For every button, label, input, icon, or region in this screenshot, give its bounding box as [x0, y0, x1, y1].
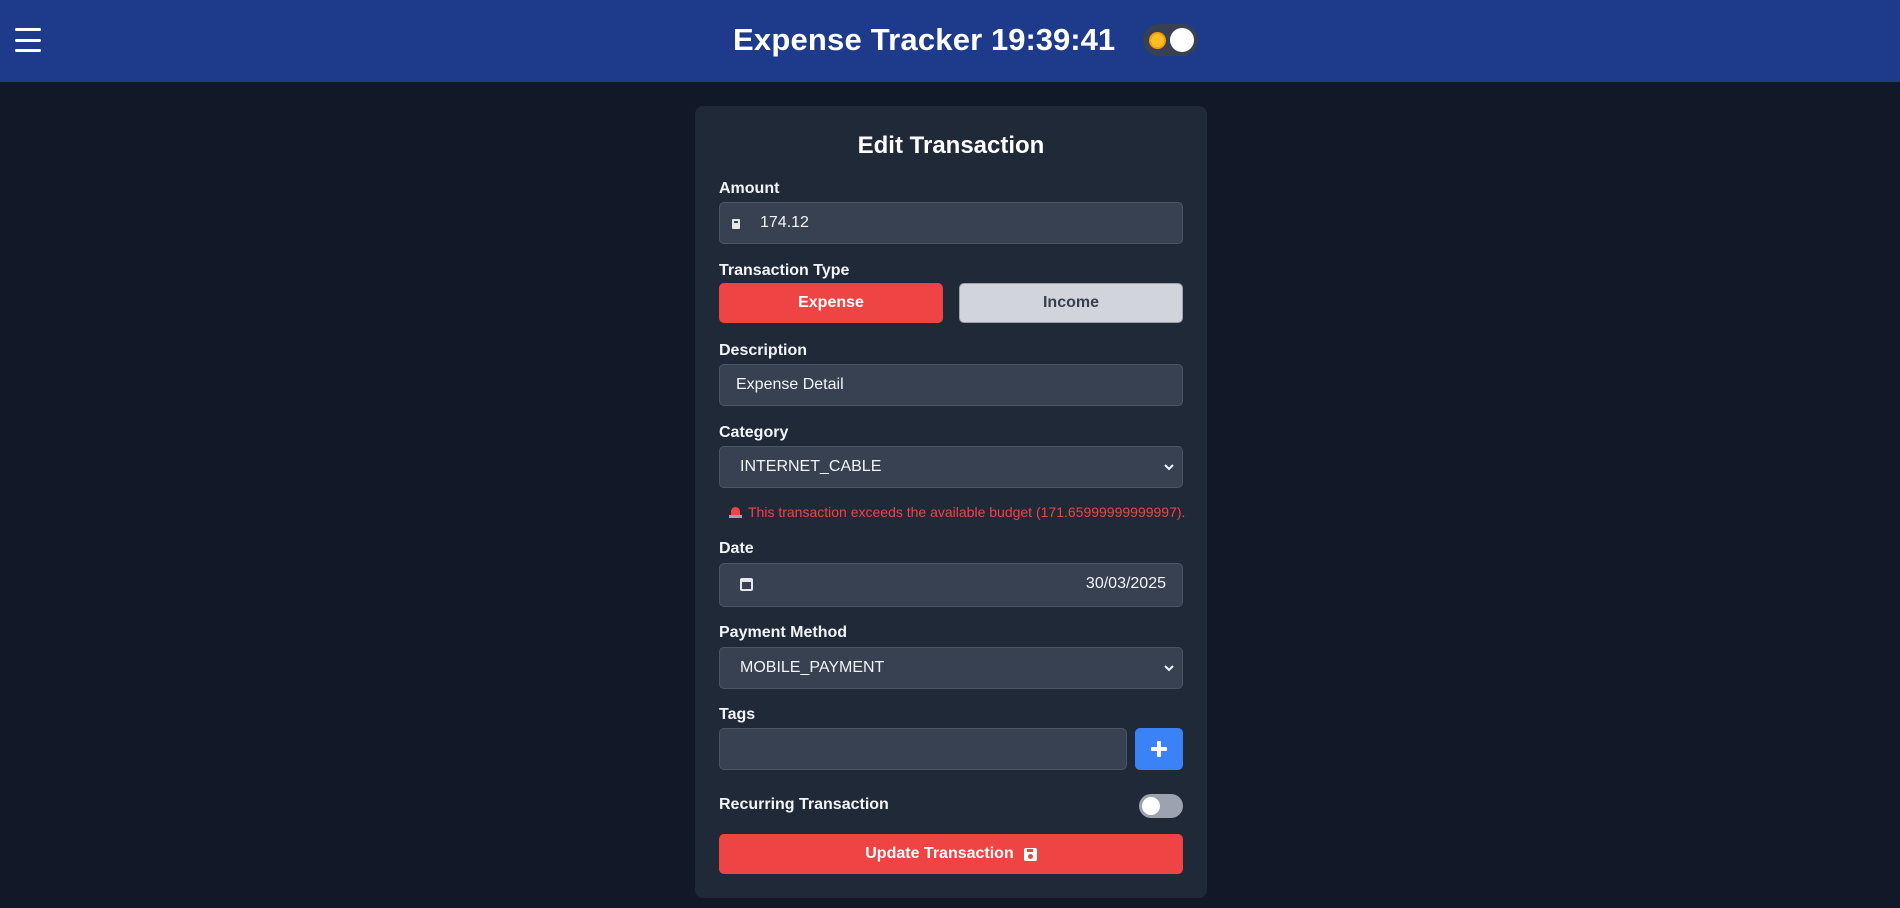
calendar-icon[interactable] [740, 578, 753, 591]
calculator-icon [732, 219, 740, 229]
clock: 19:39:41 [991, 22, 1116, 57]
description-value: Expense Detail [736, 376, 844, 393]
expense-type-button[interactable]: Expense [719, 283, 943, 323]
save-icon [1023, 847, 1037, 861]
sun-icon [1151, 34, 1164, 47]
recurring-label: Recurring Transaction [719, 796, 889, 813]
app-header: Expense Tracker 19:39:41 [0, 0, 1900, 82]
theme-toggle-knob [1170, 28, 1194, 52]
update-transaction-label: Update Transaction [865, 845, 1014, 862]
chevron-down-icon [1164, 665, 1174, 672]
amount-label: Amount [719, 180, 780, 197]
date-value: 30/03/2025 [1085, 575, 1166, 592]
theme-toggle[interactable] [1143, 24, 1198, 56]
payment-method-label: Payment Method [719, 624, 848, 641]
update-transaction-button[interactable]: Update Transaction [719, 834, 1183, 874]
payment-method-value: MOBILE_PAYMENT [740, 659, 885, 676]
edit-transaction-card: Edit Transaction Amount 174.12 Transacti… [695, 106, 1207, 898]
form-title: Edit Transaction [857, 132, 1045, 159]
transaction-type-label: Transaction Type [719, 262, 850, 279]
siren-icon [729, 505, 742, 519]
amount-input[interactable]: 174.12 [719, 202, 1183, 244]
chevron-down-icon [1164, 464, 1174, 471]
income-type-button[interactable]: Income [959, 283, 1183, 323]
hamburger-menu-icon[interactable] [12, 26, 44, 54]
date-label: Date [719, 540, 754, 557]
description-label: Description [719, 342, 808, 359]
app-title: Expense Tracker [733, 22, 983, 57]
budget-warning: This transaction exceeds the available b… [729, 504, 1185, 520]
recurring-toggle[interactable] [1139, 794, 1183, 818]
category-label: Category [719, 424, 789, 441]
payment-method-select[interactable]: MOBILE_PAYMENT [719, 647, 1183, 689]
budget-warning-text: This transaction exceeds the available b… [748, 504, 1186, 520]
tags-label: Tags [719, 706, 756, 723]
category-select[interactable]: INTERNET_CABLE [719, 446, 1183, 488]
tags-input[interactable] [719, 728, 1127, 770]
amount-value: 174.12 [760, 214, 809, 231]
category-value: INTERNET_CABLE [740, 458, 882, 475]
description-input[interactable]: Expense Detail [719, 364, 1183, 406]
date-input[interactable]: 30/03/2025 [719, 563, 1183, 607]
add-tag-button[interactable] [1135, 728, 1183, 770]
recurring-toggle-knob [1142, 797, 1160, 815]
